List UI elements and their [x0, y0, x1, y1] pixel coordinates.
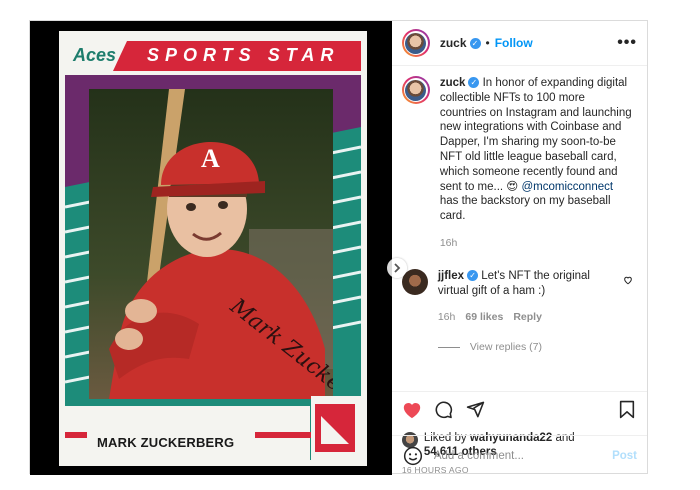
view-replies-line [437, 346, 460, 348]
player-photo: A Mark Zuckerberg [89, 89, 333, 399]
caption: zuck ✓ In honor of expanding digital coll… [401, 76, 637, 251]
emoji-smiley-icon[interactable] [402, 445, 424, 467]
comment-body: jjflex ✓ Let's NFT the original virtual g… [438, 269, 608, 325]
comment-likes[interactable]: 69 likes [465, 310, 503, 325]
comment-time[interactable]: 16h [438, 310, 456, 325]
comments-section: zuck ✓ In honor of expanding digital coll… [392, 66, 647, 391]
verified-badge-icon: ✓ [468, 77, 480, 89]
author-avatar[interactable] [401, 29, 430, 57]
cap-letter: A [201, 144, 220, 173]
save-bookmark-icon[interactable] [617, 400, 637, 420]
page: Aces SPORTS STAR A Mark Zuckerberg MARK … [0, 0, 700, 490]
post-side-panel: zuck ✓ • Follow ••• zuck ✓ In honor of ex… [391, 21, 647, 475]
comment-bubble-icon[interactable] [434, 400, 454, 420]
caption-avatar[interactable] [401, 76, 430, 104]
share-paper-plane-icon[interactable] [466, 400, 486, 420]
reply-button[interactable]: Reply [513, 310, 542, 325]
action-bar [391, 391, 647, 427]
comment-meta: 16h 69 likes Reply [438, 310, 608, 325]
add-comment-input[interactable] [433, 449, 613, 462]
caption-body: zuck ✓ In honor of expanding digital coll… [440, 76, 632, 251]
caption-time[interactable]: 16h [440, 236, 632, 251]
author-username[interactable]: zuck [440, 36, 467, 50]
card-inner: Aces SPORTS STAR A Mark Zuckerberg MARK … [65, 37, 361, 460]
view-replies-label: View replies (7) [469, 341, 542, 354]
instagram-post: Aces SPORTS STAR A Mark Zuckerberg MARK … [29, 20, 648, 475]
add-comment-bar: Post [391, 435, 647, 475]
caption-username[interactable]: zuck [440, 77, 466, 89]
chevron-right-icon [394, 263, 401, 273]
separator-dot: • [485, 36, 490, 50]
caption-mention-link[interactable]: @mcomicconnect [522, 181, 614, 193]
card-brand: Aces [73, 45, 117, 65]
post-media[interactable]: Aces SPORTS STAR A Mark Zuckerberg MARK … [30, 21, 392, 475]
post-header: zuck ✓ • Follow ••• [391, 21, 647, 66]
next-slide-button[interactable] [387, 258, 407, 278]
more-options-icon[interactable]: ••• [617, 34, 637, 52]
verified-badge-icon: ✓ [469, 37, 481, 49]
caption-text-end: has the backstory on my baseball card. [439, 195, 611, 223]
baseball-card: Aces SPORTS STAR A Mark Zuckerberg MARK … [59, 31, 367, 466]
follow-button[interactable]: Follow [495, 36, 533, 50]
card-title: SPORTS STAR [147, 45, 340, 65]
comment-item: jjflex ✓ Let's NFT the original virtual g… [401, 268, 637, 325]
comment-like-heart-icon[interactable] [623, 275, 633, 288]
card-player-name: MARK ZUCKERBERG [97, 435, 235, 450]
caption-text: In honor of expanding digital collectibl… [439, 77, 632, 193]
card-name-plate [65, 396, 361, 460]
post-comment-button[interactable]: Post [612, 450, 637, 462]
comment-username[interactable]: jjflex [438, 270, 464, 282]
verified-badge-icon: ✓ [467, 270, 479, 282]
view-replies-button[interactable]: View replies (7) [437, 341, 637, 354]
child-baseball-photo: A Mark Zuckerberg [89, 89, 333, 399]
like-heart-icon[interactable] [402, 400, 422, 420]
